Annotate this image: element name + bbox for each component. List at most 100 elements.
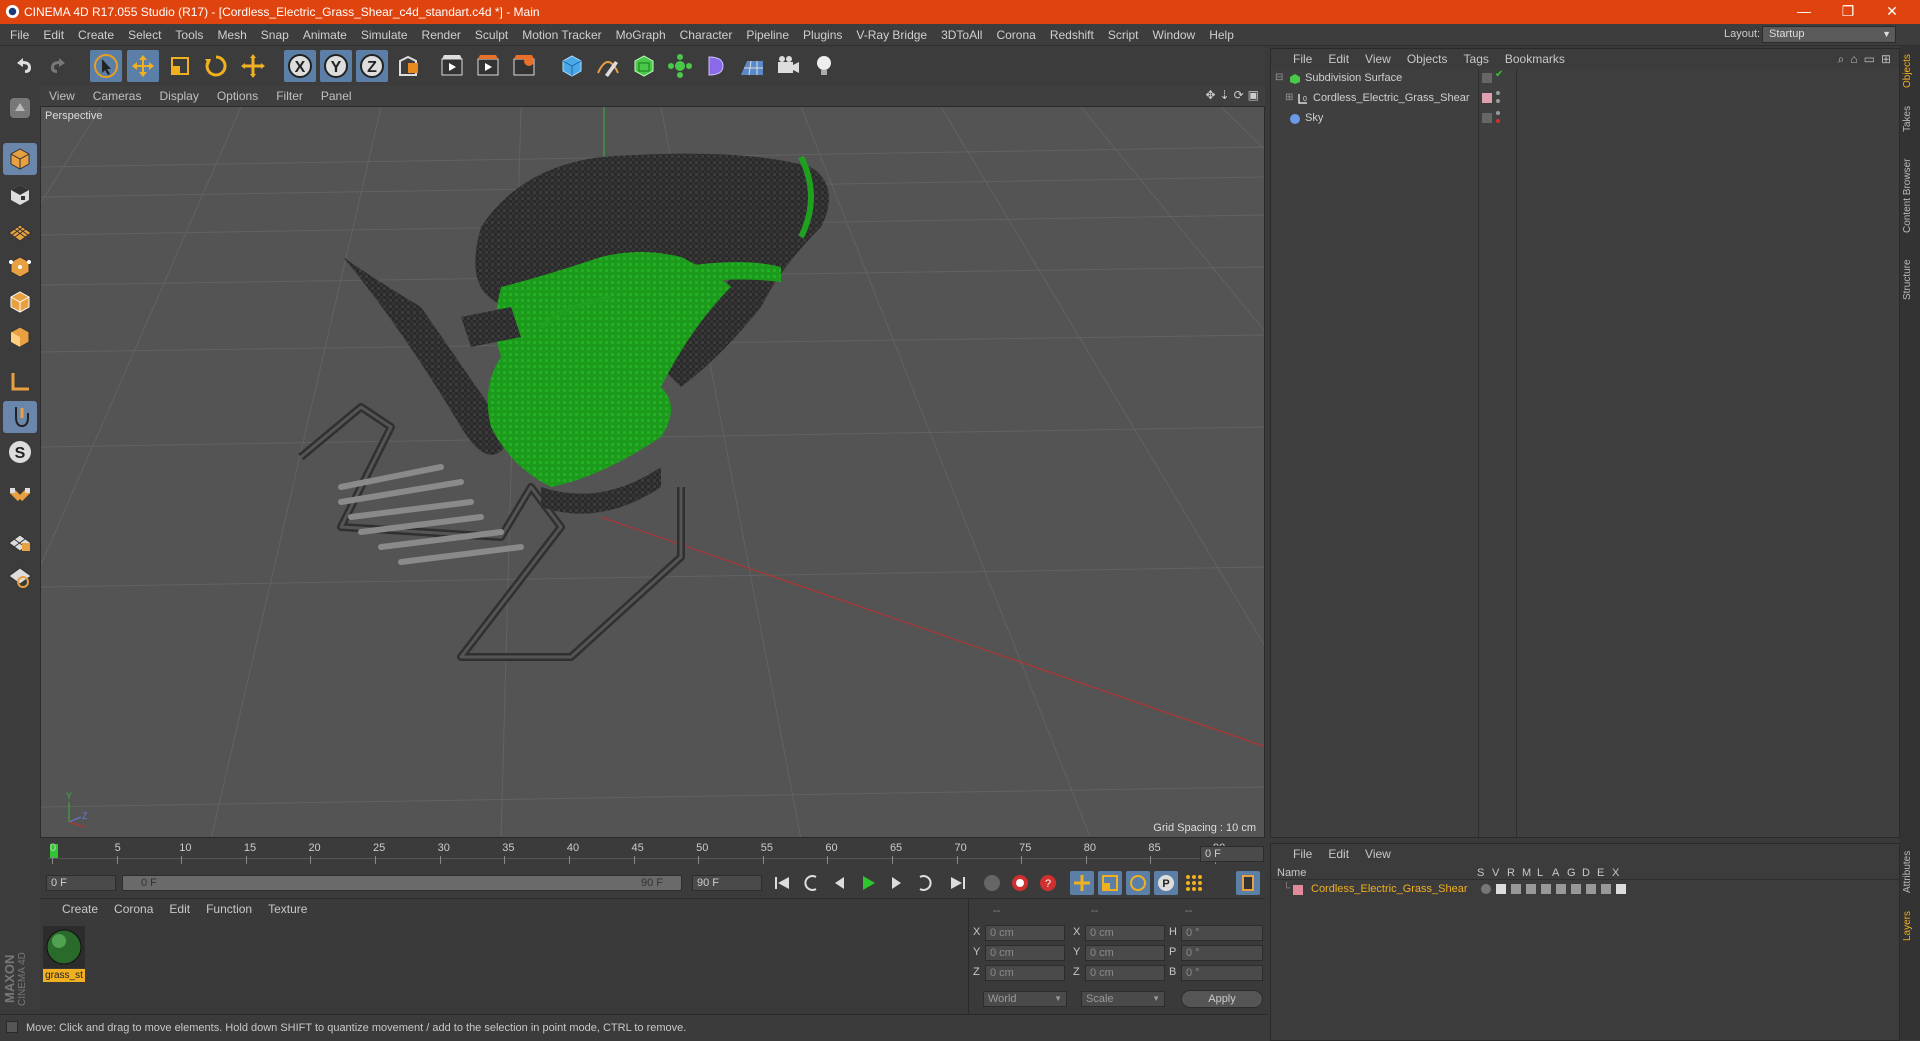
- menu-mesh[interactable]: Mesh: [210, 28, 253, 42]
- timeline-ruler[interactable]: 051015202530354045505560657075808590 0 F: [40, 838, 1265, 868]
- key-pla-icon[interactable]: [1182, 871, 1206, 895]
- dolly-icon[interactable]: ⇣: [1220, 88, 1230, 102]
- layer-column-e[interactable]: E: [1597, 867, 1604, 879]
- material-menu-function[interactable]: Function: [198, 902, 260, 916]
- coordinate-mode-select[interactable]: Scale ▼: [1081, 991, 1165, 1007]
- layer-menu-file[interactable]: File: [1285, 847, 1320, 861]
- menu-mograph[interactable]: MoGraph: [609, 28, 673, 42]
- redo-icon[interactable]: [42, 50, 74, 82]
- menu-simulate[interactable]: Simulate: [354, 28, 415, 42]
- go-to-end-icon[interactable]: [946, 871, 970, 895]
- viewport-menu-panel[interactable]: Panel: [312, 89, 361, 103]
- menu-window[interactable]: Window: [1146, 28, 1203, 42]
- layer-column-m[interactable]: M: [1522, 867, 1531, 879]
- object-menu-view[interactable]: View: [1357, 52, 1399, 66]
- array-icon[interactable]: [664, 50, 696, 82]
- layer-column-x[interactable]: X: [1612, 867, 1619, 879]
- magnet-icon[interactable]: [3, 481, 37, 513]
- workplane-icon[interactable]: [3, 179, 37, 211]
- tab-layers[interactable]: Layers: [1902, 906, 1918, 946]
- tab-objects[interactable]: Objects: [1902, 50, 1918, 92]
- layer-column-s[interactable]: S: [1477, 867, 1484, 879]
- layer-swatch[interactable]: [1482, 73, 1492, 83]
- object-row-grass-shear[interactable]: ⊞ 0 Cordless_Electric_Grass_Shear: [1271, 89, 1899, 109]
- material-menu-edit[interactable]: Edit: [161, 902, 198, 916]
- menu-plugins[interactable]: Plugins: [796, 28, 849, 42]
- coord-value-field[interactable]: 0 cm: [985, 965, 1065, 981]
- layer-column-d[interactable]: D: [1582, 867, 1590, 879]
- deformers-toggle[interactable]: [1586, 884, 1596, 894]
- perspective-viewport[interactable]: Y Z Perspective Grid Spacing : 10 cm: [40, 106, 1265, 838]
- visibility-render-dot[interactable]: [1496, 119, 1500, 123]
- restore-button[interactable]: ❐: [1828, 2, 1868, 22]
- animation-toggle[interactable]: [1556, 884, 1566, 894]
- menu-select[interactable]: Select: [121, 28, 168, 42]
- viewport-menu-filter[interactable]: Filter: [267, 89, 312, 103]
- key-parameter-icon[interactable]: P: [1154, 871, 1178, 895]
- pan-icon[interactable]: ✥: [1205, 88, 1215, 102]
- key-position-icon[interactable]: [1070, 871, 1094, 895]
- tab-content-browser[interactable]: Content Browser: [1902, 146, 1918, 246]
- layer-column-g[interactable]: G: [1567, 867, 1576, 879]
- x-axis-icon[interactable]: X: [284, 50, 316, 82]
- menu-3dtoall[interactable]: 3DToAll: [934, 28, 989, 42]
- object-menu-file[interactable]: File: [1285, 52, 1320, 66]
- polygons-mode-icon[interactable]: [3, 321, 37, 353]
- visibility-editor-dot[interactable]: [1496, 111, 1500, 115]
- subdivision-icon[interactable]: [628, 50, 660, 82]
- material-menu-corona[interactable]: Corona: [106, 902, 161, 916]
- layer-menu-edit[interactable]: Edit: [1320, 847, 1357, 861]
- viewport-menu-view[interactable]: View: [40, 89, 84, 103]
- object-row-sky[interactable]: Sky: [1271, 109, 1899, 129]
- layer-color-swatch[interactable]: [1482, 93, 1492, 103]
- z-axis-icon[interactable]: Z: [356, 50, 388, 82]
- previous-keyframe-icon[interactable]: [800, 871, 824, 895]
- coord-value-field[interactable]: 0 cm: [985, 925, 1065, 941]
- menu-snap[interactable]: Snap: [254, 28, 296, 42]
- undo-icon[interactable]: [8, 50, 40, 82]
- close-button[interactable]: ✕: [1872, 2, 1912, 22]
- render-picture-viewer-icon[interactable]: [472, 50, 504, 82]
- coord-value-field[interactable]: 0 cm: [1085, 965, 1165, 981]
- layer-column-a[interactable]: A: [1552, 867, 1559, 879]
- key-rotation-icon[interactable]: [1126, 871, 1150, 895]
- solo-toggle[interactable]: [1481, 884, 1491, 894]
- manager-toggle[interactable]: [1526, 884, 1536, 894]
- menu-file[interactable]: File: [3, 28, 36, 42]
- menu-redshift[interactable]: Redshift: [1043, 28, 1101, 42]
- move-icon[interactable]: [127, 50, 159, 82]
- coordinate-system-icon[interactable]: [393, 50, 425, 82]
- menu-tools[interactable]: Tools: [168, 28, 210, 42]
- key-scale-icon[interactable]: [1098, 871, 1122, 895]
- menu-animate[interactable]: Animate: [296, 28, 354, 42]
- y-axis-icon[interactable]: Y: [320, 50, 352, 82]
- object-menu-edit[interactable]: Edit: [1320, 52, 1357, 66]
- menu-help[interactable]: Help: [1202, 28, 1241, 42]
- filter-icon[interactable]: ▭: [1864, 52, 1875, 67]
- coord-value-field[interactable]: 0 °: [1181, 965, 1263, 981]
- workplane-grid-icon[interactable]: [3, 214, 37, 246]
- menu-render[interactable]: Render: [415, 28, 468, 42]
- texture-mode-icon[interactable]: [3, 143, 37, 175]
- layer-color-swatch[interactable]: [1293, 885, 1303, 895]
- search-icon[interactable]: ⌕: [1838, 52, 1845, 67]
- coordinate-space-select[interactable]: World ▼: [983, 991, 1067, 1007]
- apply-button[interactable]: Apply: [1181, 990, 1263, 1008]
- menu-character[interactable]: Character: [673, 28, 740, 42]
- visible-toggle[interactable]: [1496, 884, 1506, 894]
- menu-edit[interactable]: Edit: [36, 28, 71, 42]
- edges-mode-icon[interactable]: [3, 286, 37, 318]
- coord-value-field[interactable]: 0 °: [1181, 925, 1263, 941]
- locked-workplane-icon[interactable]: [3, 561, 37, 593]
- coord-value-field[interactable]: 0 cm: [1085, 925, 1165, 941]
- new-view-icon[interactable]: ⊞: [1881, 52, 1891, 67]
- coord-value-field[interactable]: 0 cm: [1085, 945, 1165, 961]
- expand-icon[interactable]: ⊞: [1285, 92, 1293, 103]
- menu-create[interactable]: Create: [71, 28, 121, 42]
- previous-frame-icon[interactable]: [828, 871, 852, 895]
- material-menu-texture[interactable]: Texture: [260, 902, 315, 916]
- object-row-subdivision[interactable]: ⊟ Subdivision Surface ✔: [1271, 69, 1899, 89]
- axis-mode-icon[interactable]: [3, 366, 37, 398]
- enabled-check-icon[interactable]: ✔: [1495, 69, 1503, 80]
- go-to-start-icon[interactable]: [770, 871, 794, 895]
